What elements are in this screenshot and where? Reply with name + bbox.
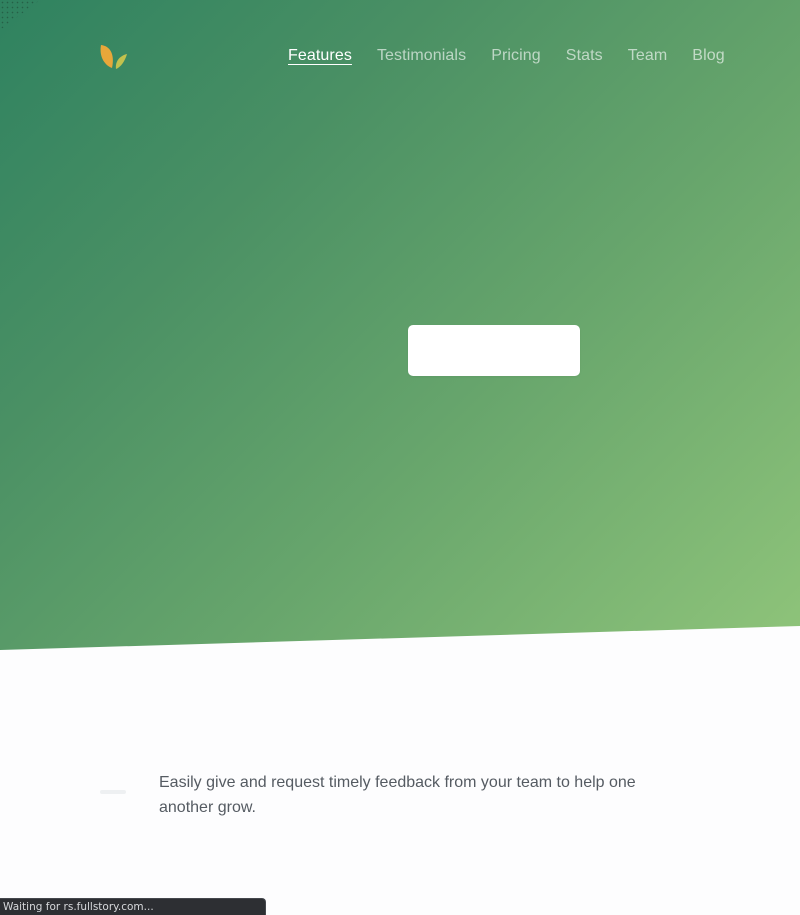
leaf-logo-icon	[100, 45, 127, 69]
feature-description: Easily give and request timely feedback …	[159, 774, 636, 816]
dot-pattern-decoration	[0, 0, 40, 30]
feature-icon-placeholder	[100, 790, 126, 794]
page: Features Testimonials Pricing Stats Team…	[0, 0, 800, 915]
nav-item-team[interactable]: Team	[628, 45, 668, 67]
hero-cta-button[interactable]	[408, 325, 580, 376]
main-nav: Features Testimonials Pricing Stats Team…	[288, 45, 750, 67]
hero-section	[0, 0, 800, 650]
nav-item-blog[interactable]: Blog	[692, 45, 724, 67]
logo-link[interactable]	[98, 42, 130, 72]
browser-status-bar: Waiting for rs.fullstory.com...	[0, 898, 266, 915]
nav-item-pricing[interactable]: Pricing	[491, 45, 541, 67]
nav-item-features[interactable]: Features	[288, 45, 352, 67]
nav-item-testimonials[interactable]: Testimonials	[377, 45, 466, 67]
nav-item-stats[interactable]: Stats	[566, 45, 603, 67]
